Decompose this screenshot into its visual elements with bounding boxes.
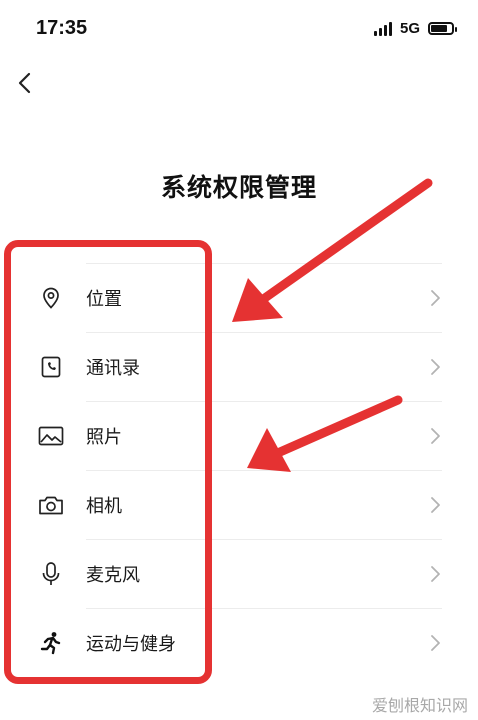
watermark: 爱刨根知识网	[371, 696, 468, 715]
permission-label: 相机	[86, 495, 122, 517]
back-button[interactable]	[10, 66, 46, 102]
signal-icon	[373, 21, 392, 36]
page-title: 系统权限管理	[160, 173, 317, 202]
permission-item-microphone[interactable]: 麦克风	[0, 539, 478, 608]
permission-label: 位置	[86, 288, 122, 310]
chevron-left-icon	[18, 72, 31, 94]
permission-item-location[interactable]: 位置	[0, 263, 478, 332]
microphone-icon	[38, 561, 64, 587]
permission-label: 照片	[86, 426, 122, 448]
chevron-right-icon	[431, 634, 440, 651]
permission-list: 位置 通讯录 照片 相机 麦克风 运动与健身	[0, 263, 478, 677]
status-indicators: 5G	[373, 20, 457, 37]
chevron-right-icon	[431, 496, 440, 513]
battery-icon	[428, 22, 457, 35]
chevron-right-icon	[431, 289, 440, 306]
location-pin-icon	[38, 285, 64, 311]
status-time: 17:35	[36, 17, 88, 39]
chevron-right-icon	[431, 565, 440, 582]
permission-item-photos[interactable]: 照片	[0, 401, 478, 470]
permission-item-contacts[interactable]: 通讯录	[0, 332, 478, 401]
contacts-phone-icon	[38, 354, 64, 380]
photo-icon	[38, 423, 64, 449]
network-type: 5G	[399, 20, 420, 37]
permission-label: 麦克风	[86, 564, 140, 586]
camera-icon	[38, 492, 64, 518]
permission-label: 运动与健身	[86, 633, 176, 655]
permission-label: 通讯录	[86, 357, 140, 379]
running-person-icon	[38, 630, 64, 656]
permission-item-camera[interactable]: 相机	[0, 470, 478, 539]
status-bar: 17:35 5G	[0, 0, 478, 60]
permission-item-fitness[interactable]: 运动与健身	[0, 608, 478, 677]
chevron-right-icon	[431, 427, 440, 444]
chevron-right-icon	[431, 358, 440, 375]
